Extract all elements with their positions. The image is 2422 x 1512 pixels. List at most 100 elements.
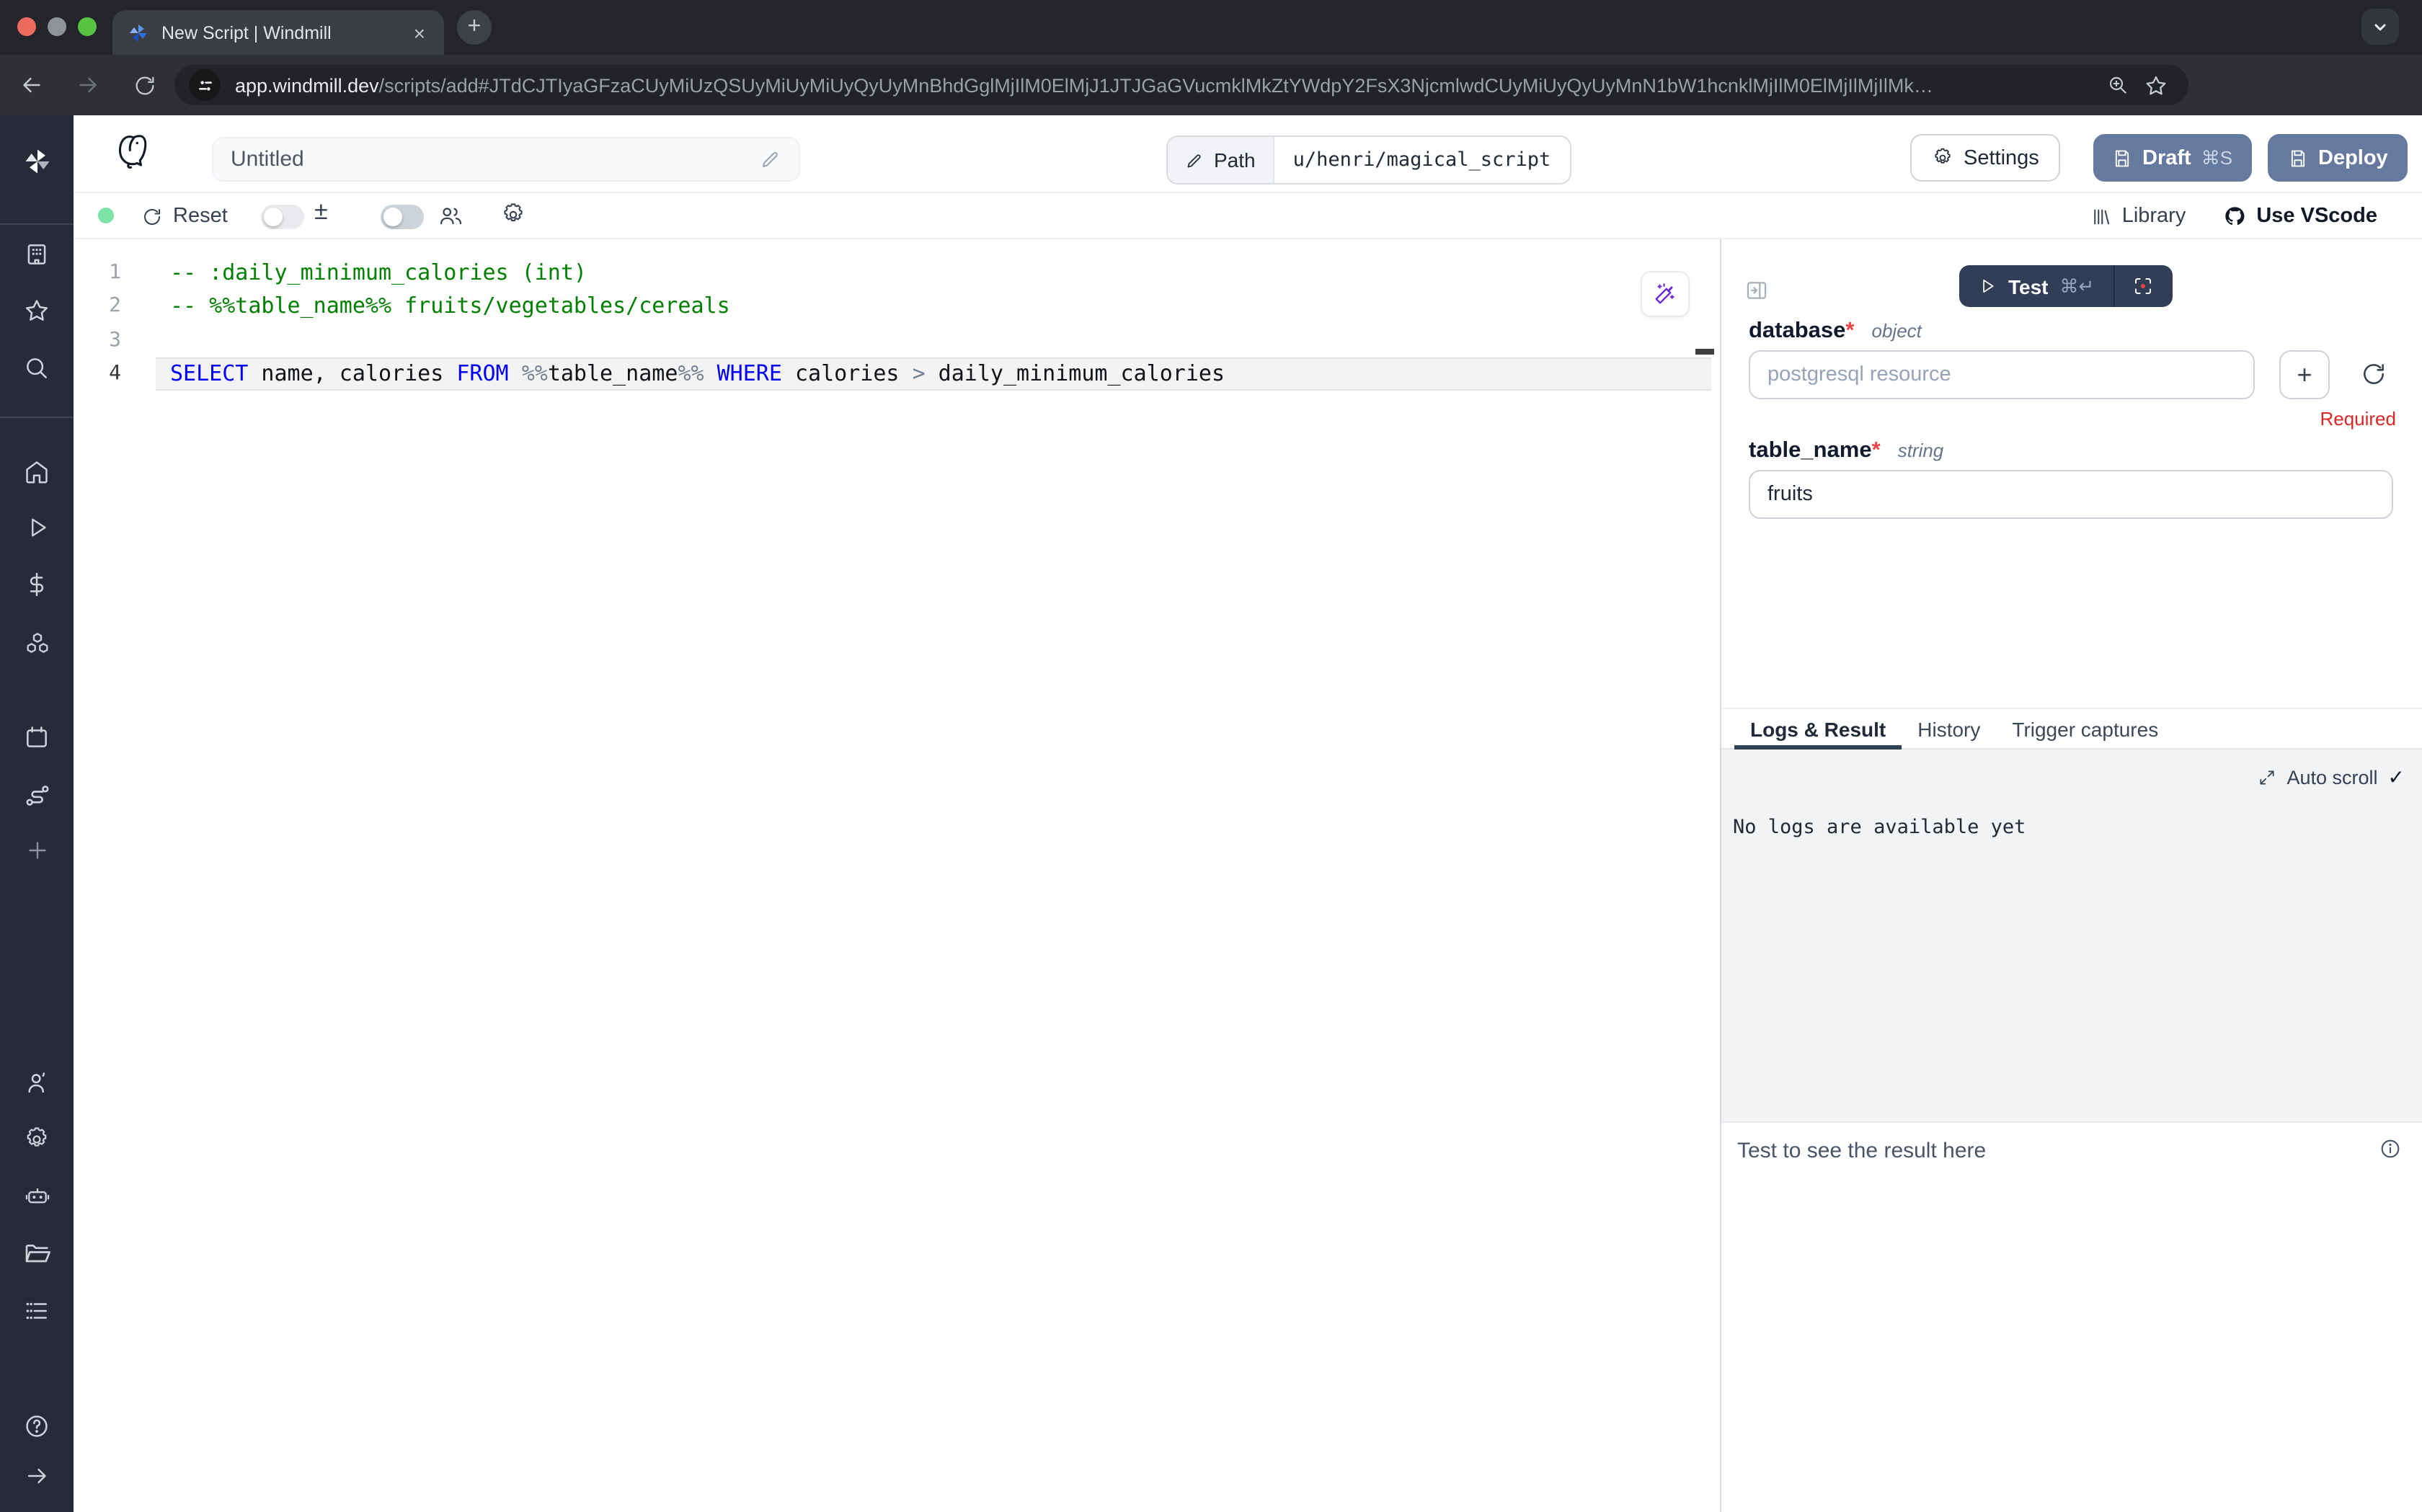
- script-summary-input[interactable]: Untitled: [212, 137, 800, 182]
- refresh-icon: [2360, 360, 2387, 388]
- save-icon: [2112, 148, 2132, 168]
- sidebar-item-workers[interactable]: [0, 1182, 74, 1211]
- sidebar-item-workspace[interactable]: [0, 241, 74, 268]
- status-green-dot: [98, 208, 114, 223]
- deploy-button[interactable]: Deploy: [2268, 134, 2408, 182]
- sidebar-item-folders[interactable]: [0, 1240, 74, 1268]
- check-icon: ✓: [2388, 765, 2405, 790]
- multiplayer-toggle[interactable]: [381, 205, 424, 229]
- editor-toolbar: Reset ±: [74, 193, 2422, 239]
- tab-logs-result[interactable]: Logs & Result: [1734, 709, 1902, 748]
- path-label: Path: [1214, 148, 1256, 172]
- path-button[interactable]: Path u/henri/magical_script: [1166, 135, 1571, 184]
- home-icon: [23, 458, 50, 486]
- sidebar-item-routes[interactable]: [0, 781, 74, 810]
- help-question-icon: [23, 1413, 50, 1440]
- tab-history[interactable]: History: [1902, 709, 1996, 748]
- sidebar-item-users[interactable]: [0, 1069, 74, 1097]
- site-info-icon[interactable]: [189, 69, 221, 101]
- diff-toggle[interactable]: [261, 205, 304, 229]
- calendar-icon: [23, 724, 50, 751]
- sidebar-item-search[interactable]: [0, 355, 74, 382]
- table-name-value: fruits: [1767, 483, 1813, 506]
- postgresql-icon: [114, 130, 151, 180]
- tab-close-icon[interactable]: ×: [409, 21, 430, 44]
- dollar-icon: [23, 571, 50, 598]
- sidebar-expand-button[interactable]: [0, 1463, 74, 1489]
- deploy-label: Deploy: [2318, 146, 2388, 169]
- forward-button[interactable]: [69, 66, 107, 104]
- url-bar[interactable]: app.windmill.dev/scripts/add#JTdCJTIyaGF…: [174, 65, 2188, 105]
- folder-open-icon: [22, 1240, 51, 1268]
- database-resource-input[interactable]: postgresql resource: [1749, 350, 2255, 399]
- tab-trigger-captures[interactable]: Trigger captures: [1996, 709, 2174, 748]
- url-host: app.windmill.dev: [235, 74, 379, 96]
- edit-pencil-icon: [1185, 151, 1204, 169]
- test-capture-button[interactable]: [2114, 265, 2172, 307]
- refresh-resources-button[interactable]: [2360, 360, 2389, 389]
- search-icon: [23, 355, 50, 382]
- sidebar-item-resources[interactable]: [0, 630, 74, 659]
- test-button[interactable]: Test ⌘↵: [1959, 265, 2113, 307]
- sidebar-item-runs[interactable]: [0, 515, 74, 541]
- new-tab-button[interactable]: +: [457, 10, 492, 45]
- arrow-right-icon: [24, 1463, 50, 1489]
- play-icon: [24, 515, 50, 541]
- minimize-window-button[interactable]: [48, 17, 66, 36]
- person-icon: [23, 1069, 50, 1097]
- sidebar-item-variables[interactable]: [0, 571, 74, 598]
- field-name: table_name*: [1749, 438, 1881, 464]
- code-line: [74, 324, 1720, 357]
- draft-button[interactable]: Draft ⌘S: [2093, 134, 2251, 182]
- robot-icon: [22, 1182, 51, 1211]
- screen: New Script | Windmill × +: [0, 0, 2422, 1512]
- reset-button[interactable]: Reset: [141, 199, 228, 234]
- autoscroll-toggle[interactable]: Auto scroll ✓: [2258, 765, 2405, 790]
- draft-shortcut: ⌘S: [2201, 146, 2232, 169]
- result-placeholder: Test to see the result here: [1737, 1139, 1986, 1163]
- library-button[interactable]: Library: [2090, 205, 2186, 228]
- sidebar-item-home[interactable]: [0, 458, 74, 486]
- tab-title: New Script | Windmill: [161, 22, 409, 43]
- settings-button[interactable]: Settings: [1910, 134, 2061, 182]
- info-icon[interactable]: [2379, 1137, 2402, 1168]
- sidebar-item-logs[interactable]: [0, 1297, 74, 1325]
- database-field-label: database* object: [1749, 319, 1922, 344]
- table-name-input[interactable]: fruits: [1749, 470, 2393, 519]
- field-type: string: [1898, 440, 1944, 461]
- site-controls-icon: [195, 76, 214, 94]
- back-button[interactable]: [13, 66, 50, 104]
- editor-settings-button[interactable]: [500, 202, 526, 235]
- multiplayer-users-icon: [437, 202, 464, 236]
- browser-tab[interactable]: New Script | Windmill ×: [112, 10, 444, 55]
- magnifier-plus-icon: [2106, 74, 2129, 97]
- tab-search-chevron-button[interactable]: [2361, 9, 2399, 45]
- add-resource-button[interactable]: +: [2279, 350, 2330, 399]
- bookmark-button[interactable]: [2137, 66, 2174, 104]
- panel-tabs: Logs & ResultHistoryTrigger captures: [1721, 708, 2422, 750]
- app-content: Untitled Path u/henri/magical_script: [74, 115, 2422, 1512]
- code-editor[interactable]: 1234 -- :daily_minimum_calories (int)-- …: [74, 239, 1720, 1512]
- logs-empty-message: No logs are available yet: [1733, 816, 2026, 839]
- test-shortcut: ⌘↵: [2060, 275, 2095, 298]
- sidebar-item-add[interactable]: [0, 837, 74, 863]
- collapse-panel-button[interactable]: [1744, 278, 1769, 310]
- sidebar-item-favorites[interactable]: [0, 297, 74, 324]
- reload-button[interactable]: [125, 66, 163, 104]
- path-label-segment: Path: [1168, 137, 1274, 183]
- zoom-page-button[interactable]: [2099, 66, 2137, 104]
- play-icon: [1978, 277, 1997, 295]
- sidebar-item-schedules[interactable]: [0, 724, 74, 751]
- library-icon: [2090, 205, 2112, 227]
- browser-navbar: app.windmill.dev/scripts/add#JTdCJTIyaGF…: [0, 55, 2422, 115]
- sidebar-item-settings[interactable]: [0, 1126, 74, 1153]
- close-window-button[interactable]: [17, 17, 36, 36]
- use-vscode-button[interactable]: Use VScode: [2223, 205, 2377, 228]
- github-icon: [2223, 205, 2246, 228]
- sidebar-item-help[interactable]: [0, 1413, 74, 1440]
- test-button-group: Test ⌘↵: [1959, 265, 2172, 307]
- windmill-logo[interactable]: [0, 146, 74, 177]
- zoom-window-button[interactable]: [78, 17, 97, 36]
- refresh-icon: [141, 205, 163, 227]
- database-resource-placeholder: postgresql resource: [1767, 363, 1951, 386]
